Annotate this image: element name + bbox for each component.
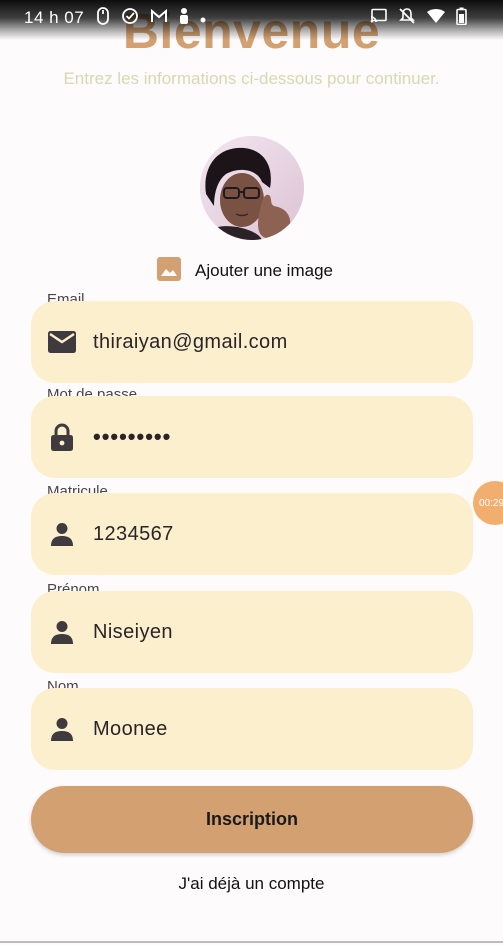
check-circle-icon (121, 7, 139, 25)
matricule-value: 1234567 (93, 522, 174, 545)
status-bar: 14 h 07 (0, 0, 503, 40)
navigation-bar-line (0, 941, 503, 943)
add-image-button[interactable]: Ajouter une image (157, 256, 333, 286)
person-icon (47, 717, 77, 741)
password-value: ••••••••• (93, 424, 172, 449)
person-icon (47, 522, 77, 546)
status-icons-left (96, 7, 206, 25)
add-image-label: Ajouter une image (195, 261, 333, 280)
person-icon (47, 620, 77, 644)
avatar-photo (200, 136, 304, 240)
battery-icon (456, 7, 467, 25)
matricule-field[interactable]: 1234567 (31, 493, 473, 575)
timer-text: 00:29 (479, 497, 503, 509)
gmail-icon (150, 8, 168, 24)
login-link[interactable]: J'ai déjà un compte (0, 874, 503, 894)
prenom-field[interactable]: Niseiyen (31, 591, 473, 673)
page-subtitle: Entrez les informations ci-dessous pour … (63, 69, 440, 88)
dot-icon (200, 7, 206, 25)
wifi-icon (426, 8, 446, 24)
signup-screen: 14 h 07 Entrez les informations ci-desso… (0, 0, 503, 945)
password-field[interactable]: ••••••••• (31, 396, 473, 478)
cast-icon (370, 8, 388, 24)
nom-value: Moonee (93, 717, 168, 740)
silent-icon (398, 7, 416, 25)
lock-icon (47, 423, 77, 451)
status-icons-right (370, 7, 467, 25)
status-time: 14 h 07 (24, 8, 85, 27)
image-icon (157, 256, 181, 286)
recording-timer-bubble[interactable]: 00:29 (473, 481, 503, 525)
email-field[interactable]: thiraiyan@gmail.com (31, 301, 473, 383)
avatar[interactable] (200, 136, 304, 240)
signup-button[interactable]: Inscription (31, 786, 473, 853)
email-icon (47, 331, 77, 353)
email-value: thiraiyan@gmail.com (93, 330, 288, 353)
prenom-value: Niseiyen (93, 620, 173, 643)
nom-field[interactable]: Moonee (31, 688, 473, 770)
mouse-icon (96, 7, 110, 25)
person-status-icon (179, 7, 189, 25)
